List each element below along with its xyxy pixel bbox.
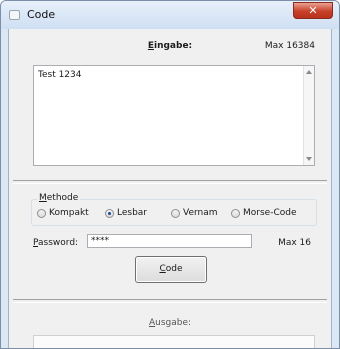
- radio-lesbar-label: Lesbar: [117, 208, 148, 218]
- input-textarea[interactable]: Test 1234: [33, 65, 315, 166]
- window-title: Code: [27, 8, 56, 21]
- radio-kompakt-label: Kompakt: [49, 208, 89, 218]
- separator-bottom: [13, 299, 327, 303]
- method-groupbox: Methode Kompakt Lesbar Vernam Morse-Code: [31, 193, 317, 226]
- separator-top: [13, 180, 327, 184]
- title-bar[interactable]: Code ✕: [1, 1, 339, 29]
- radio-morse-code[interactable]: Morse-Code: [231, 208, 297, 218]
- code-button[interactable]: Code: [135, 256, 207, 283]
- method-group-title: Methode: [37, 193, 81, 203]
- radio-vernam-label: Vernam: [183, 208, 218, 218]
- client-area: Eingabe: Max 16384 Test 1234 Methode Kom…: [8, 29, 332, 348]
- password-label: Password:: [33, 238, 79, 248]
- input-max-label: Max 16384: [264, 41, 315, 51]
- close-icon: ✕: [308, 4, 318, 17]
- radio-vernam[interactable]: Vernam: [171, 208, 218, 218]
- radio-kompakt-circle[interactable]: [37, 208, 46, 218]
- radio-lesbar[interactable]: Lesbar: [105, 208, 147, 218]
- output-label: Ausgabe:: [148, 318, 192, 328]
- input-scrollbar[interactable]: [303, 66, 314, 165]
- scroll-down-icon[interactable]: [306, 157, 312, 161]
- radio-lesbar-circle[interactable]: [105, 208, 114, 218]
- radio-vernam-circle[interactable]: [171, 208, 180, 218]
- window-app-icon: [9, 10, 20, 20]
- scroll-up-icon[interactable]: [306, 70, 312, 74]
- password-max-label: Max 16: [278, 238, 311, 248]
- radio-kompakt[interactable]: Kompakt: [37, 208, 89, 218]
- output-field[interactable]: [33, 335, 315, 348]
- password-field[interactable]: ****: [87, 234, 252, 248]
- radio-morse-code-circle[interactable]: [231, 208, 240, 218]
- code-window: Code ✕ Eingabe: Max 16384 Test 1234 Meth…: [0, 0, 340, 349]
- radio-morse-code-label: Morse-Code: [243, 208, 297, 218]
- close-button[interactable]: ✕: [293, 2, 333, 19]
- input-text: Test 1234: [38, 70, 82, 80]
